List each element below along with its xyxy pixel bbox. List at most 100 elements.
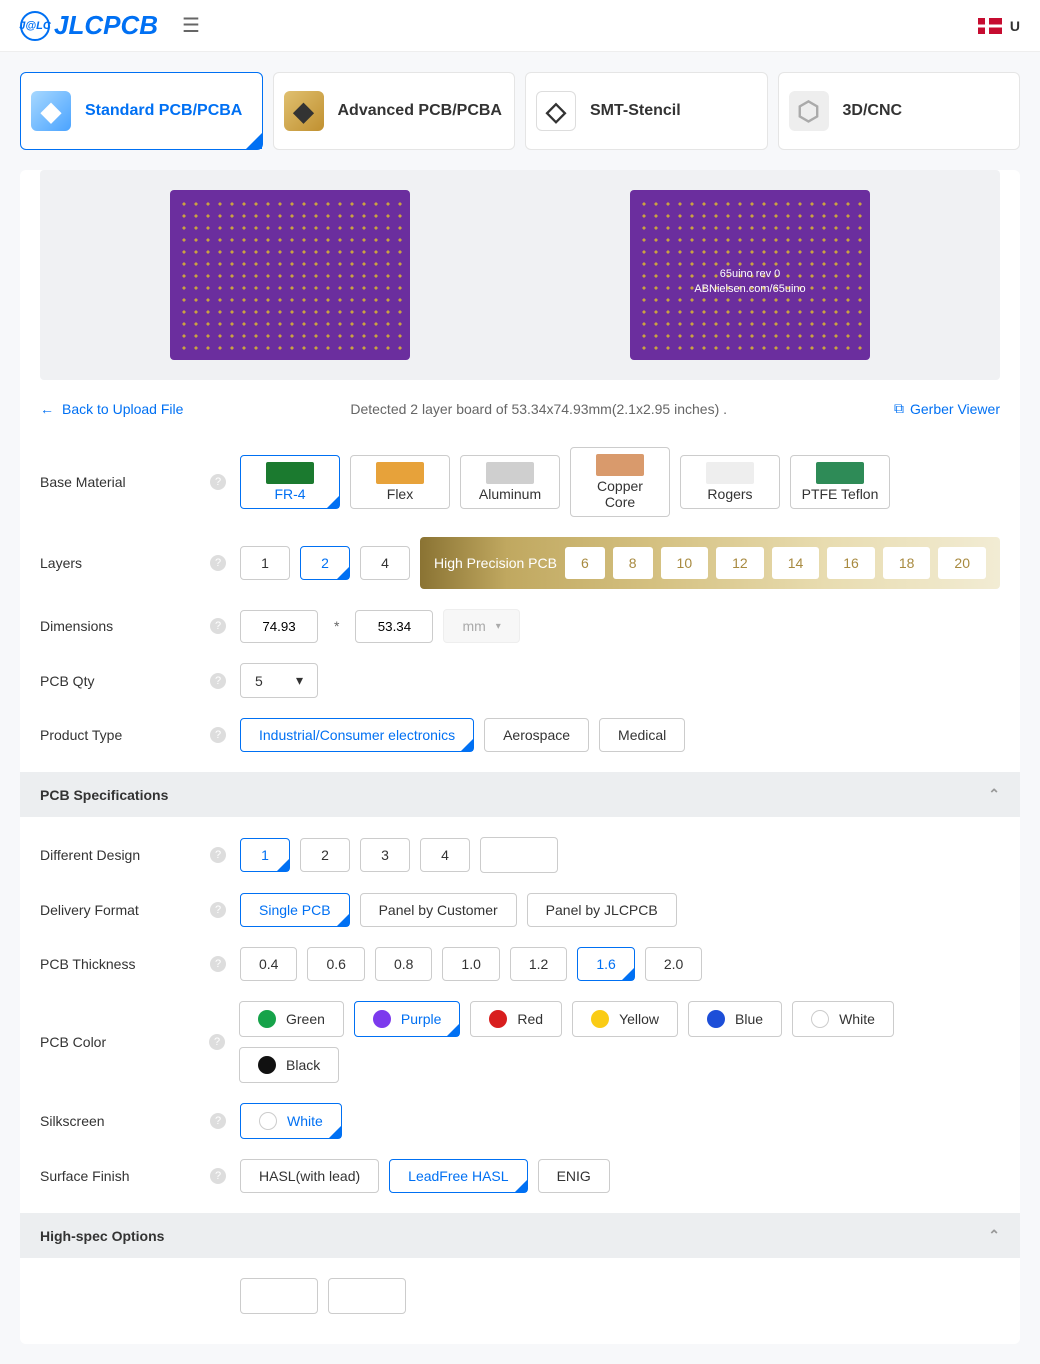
layer-18[interactable]: 18 xyxy=(883,547,931,579)
product-type-medical[interactable]: Medical xyxy=(599,718,685,752)
product-type-aerospace[interactable]: Aerospace xyxy=(484,718,589,752)
color-red[interactable]: Red xyxy=(470,1001,562,1037)
diff-design-4[interactable]: 4 xyxy=(420,838,470,872)
color-purple[interactable]: Purple xyxy=(354,1001,460,1037)
delivery-single-pcb[interactable]: Single PCB xyxy=(240,893,350,927)
dim-sep: * xyxy=(328,618,345,634)
layer-2[interactable]: 2 xyxy=(300,546,350,580)
qty-select[interactable]: 5 ▾ xyxy=(240,663,318,698)
pcb-spec-header[interactable]: PCB Specifications ⌃ xyxy=(20,772,1020,817)
layer-14[interactable]: 14 xyxy=(772,547,820,579)
help-icon[interactable]: ? xyxy=(209,1034,225,1050)
thickness-2-0[interactable]: 2.0 xyxy=(645,947,702,981)
help-icon[interactable]: ? xyxy=(210,1168,226,1184)
material-label: Rogers xyxy=(707,486,752,502)
finish-leadfree-hasl[interactable]: LeadFree HASL xyxy=(389,1159,527,1193)
color-yellow[interactable]: Yellow xyxy=(572,1001,678,1037)
material-aluminum[interactable]: Aluminum xyxy=(460,455,560,509)
finish-label: Surface Finish xyxy=(40,1168,129,1184)
help-icon[interactable]: ? xyxy=(210,1113,226,1129)
layer-12[interactable]: 12 xyxy=(716,547,764,579)
material-copper-core[interactable]: Copper Core xyxy=(570,447,670,517)
help-icon[interactable]: ? xyxy=(210,902,226,918)
product-type-row: Product Type? Industrial/Consumer electr… xyxy=(20,708,1020,762)
tab-3d-cnc[interactable]: ⬡3D/CNC xyxy=(778,72,1021,150)
help-icon[interactable]: ? xyxy=(210,727,226,743)
product-type-label: Product Type xyxy=(40,727,122,743)
thickness-1-6[interactable]: 1.6 xyxy=(577,947,634,981)
menu-icon[interactable]: ☰ xyxy=(182,13,200,38)
layer-8[interactable]: 8 xyxy=(613,547,653,579)
color-black[interactable]: Black xyxy=(239,1047,339,1083)
layer-10[interactable]: 10 xyxy=(661,547,709,579)
material-ptfe-teflon[interactable]: PTFE Teflon xyxy=(790,455,890,509)
material-label: Aluminum xyxy=(479,486,541,502)
locale[interactable]: U xyxy=(978,18,1020,34)
thickness-0-8[interactable]: 0.8 xyxy=(375,947,432,981)
tab-advanced-pcb-pcba[interactable]: ◆Advanced PCB/PCBA xyxy=(273,72,516,150)
layer-16[interactable]: 16 xyxy=(827,547,875,579)
partial-option[interactable] xyxy=(240,1278,318,1314)
diff-design-3[interactable]: 3 xyxy=(360,838,410,872)
color-white[interactable]: White xyxy=(792,1001,894,1037)
thickness-label: PCB Thickness xyxy=(40,956,135,972)
detected-text: Detected 2 layer board of 53.34x74.93mm(… xyxy=(183,401,894,417)
pcb-bottom-image: 65uino rev 0 ABNielsen.com/65uino xyxy=(630,190,870,360)
diff-design-1[interactable]: 1 xyxy=(240,838,290,872)
diff-design-2[interactable]: 2 xyxy=(300,838,350,872)
config-panel: 65uino rev 0 ABNielsen.com/65uino ← Back… xyxy=(20,170,1020,1344)
tab-standard-pcb-pcba[interactable]: ◆Standard PCB/PCBA xyxy=(20,72,263,150)
color-label: Purple xyxy=(401,1011,441,1027)
layer-20[interactable]: 20 xyxy=(938,547,986,579)
layer-6[interactable]: 6 xyxy=(565,547,605,579)
partial-option[interactable] xyxy=(328,1278,406,1314)
thickness-1-0[interactable]: 1.0 xyxy=(442,947,499,981)
delivery-panel-by-customer[interactable]: Panel by Customer xyxy=(360,893,517,927)
help-icon[interactable]: ? xyxy=(210,847,226,863)
color-swatch xyxy=(489,1010,507,1028)
logo[interactable]: J@LC JLCPCB xyxy=(20,10,158,41)
material-flex[interactable]: Flex xyxy=(350,455,450,509)
chevron-down-icon: ▾ xyxy=(496,621,501,632)
arrow-left-icon: ← xyxy=(40,401,54,417)
color-options: Green Purple Red Yellow Blue White Black xyxy=(239,1001,1000,1083)
layer-1[interactable]: 1 xyxy=(240,546,290,580)
color-label: White xyxy=(839,1011,875,1027)
delivery-options: Single PCB Panel by Customer Panel by JLCP… xyxy=(240,893,677,927)
tab-label: Advanced PCB/PCBA xyxy=(338,102,502,120)
layer-4[interactable]: 4 xyxy=(360,546,410,580)
material-fr-4[interactable]: FR-4 xyxy=(240,455,340,509)
material-icon xyxy=(486,462,534,484)
product-type-industrial-consumer-electronics[interactable]: Industrial/Consumer electronics xyxy=(240,718,474,752)
tab-label: SMT-Stencil xyxy=(590,102,681,120)
thickness-0-4[interactable]: 0.4 xyxy=(240,947,297,981)
material-rogers[interactable]: Rogers xyxy=(680,455,780,509)
highspec-header[interactable]: High-spec Options ⌃ xyxy=(20,1213,1020,1258)
dim-width-input[interactable] xyxy=(240,610,318,643)
logo-icon: J@LC xyxy=(20,11,50,41)
tab-icon: ◆ xyxy=(31,91,71,131)
help-icon[interactable]: ? xyxy=(210,618,226,634)
help-icon[interactable]: ? xyxy=(210,956,226,972)
material-label: Copper Core xyxy=(581,478,659,510)
help-icon[interactable]: ? xyxy=(210,555,226,571)
dim-height-input[interactable] xyxy=(355,610,433,643)
thickness-0-6[interactable]: 0.6 xyxy=(307,947,364,981)
back-link[interactable]: ← Back to Upload File xyxy=(40,401,183,417)
material-icon xyxy=(596,454,644,476)
diff-design-custom[interactable] xyxy=(480,837,558,873)
base-material-row: Base Material? FR-4FlexAluminumCopper Co… xyxy=(20,437,1020,527)
finish-enig[interactable]: ENIG xyxy=(538,1159,610,1193)
color-blue[interactable]: Blue xyxy=(688,1001,782,1037)
material-label: FR-4 xyxy=(274,486,305,502)
tab-smt-stencil[interactable]: ◇SMT-Stencil xyxy=(525,72,768,150)
thickness-1-2[interactable]: 1.2 xyxy=(510,947,567,981)
color-green[interactable]: Green xyxy=(239,1001,344,1037)
silkscreen-white[interactable]: White xyxy=(240,1103,342,1139)
finish-hasl-with-lead-[interactable]: HASL(with lead) xyxy=(240,1159,379,1193)
help-icon[interactable]: ? xyxy=(210,474,226,490)
material-icon xyxy=(706,462,754,484)
gerber-viewer-link[interactable]: ⧉ Gerber Viewer xyxy=(894,400,1000,417)
help-icon[interactable]: ? xyxy=(210,673,226,689)
delivery-panel-by-jlcpcb[interactable]: Panel by JLCPCB xyxy=(527,893,677,927)
